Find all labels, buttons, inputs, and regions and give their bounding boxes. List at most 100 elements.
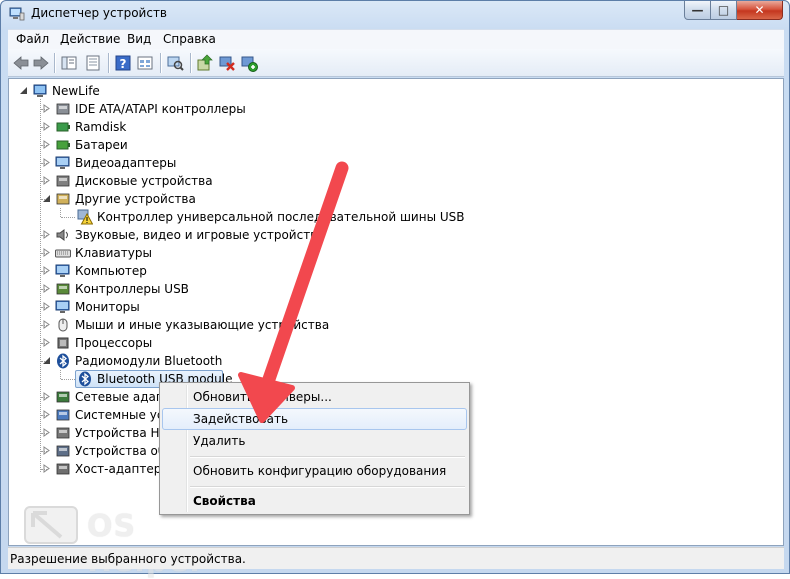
tree-category-item[interactable]: Другие устройства: [37, 190, 737, 208]
display-adapter-icon: [55, 156, 70, 169]
properties-icon[interactable]: [84, 54, 102, 72]
expand-triangle-icon[interactable]: [42, 158, 51, 167]
expand-triangle-icon[interactable]: [42, 122, 51, 131]
tree-category-item[interactable]: Процессоры: [37, 334, 737, 352]
tree-category-item[interactable]: Видеоадаптеры: [37, 154, 737, 172]
status-text: Разрешение выбранного устройства.: [10, 552, 246, 566]
menu-view[interactable]: Вид: [121, 32, 157, 46]
tree-child-item[interactable]: Контроллер универсальной последовательно…: [57, 208, 757, 226]
bluetooth-device-icon: [79, 371, 91, 387]
menu-item-scan-hardware[interactable]: Обновить конфигурацию оборудования: [162, 460, 467, 482]
computer-icon: [55, 264, 70, 277]
tree-item-label: Звуковые, видео и игровые устройства: [75, 228, 325, 242]
window-title: Диспетчер устройств: [31, 6, 168, 20]
show-hide-console-tree-icon[interactable]: [60, 54, 78, 72]
imaging-icon: [56, 445, 70, 457]
tree-item-label: Другие устройства: [75, 192, 196, 206]
tree-category-item[interactable]: Мониторы: [37, 298, 737, 316]
tree-category-item[interactable]: Контроллеры USB: [37, 280, 737, 298]
menu-item-enable-label: Задействовать: [193, 412, 289, 426]
menu-item-update-drivers[interactable]: Обновить драйверы...: [162, 386, 467, 408]
status-bar: Разрешение выбранного устройства.: [8, 547, 784, 569]
expand-triangle-icon[interactable]: [42, 464, 51, 473]
update-driver-icon[interactable]: [196, 54, 214, 72]
device-manager-icon: [9, 7, 25, 21]
usb-controller-icon: [56, 283, 70, 295]
collapse-triangle-icon[interactable]: [42, 194, 51, 203]
forward-arrow-icon[interactable]: [32, 54, 50, 72]
enable-device-icon[interactable]: [240, 54, 258, 72]
svg-text:?: ?: [120, 57, 127, 71]
expand-triangle-icon[interactable]: [42, 140, 51, 149]
expand-triangle-icon[interactable]: [42, 230, 51, 239]
tree-item-label: Устройства HID: [75, 426, 173, 440]
tree-item-label: Контроллер универсальной последовательно…: [97, 210, 465, 224]
tree-category-item[interactable]: Ramdisk: [37, 118, 737, 136]
menu-item-scan-hardware-label: Обновить конфигурацию оборудования: [193, 464, 447, 478]
battery-icon: [56, 140, 70, 150]
back-arrow-icon[interactable]: [12, 54, 30, 72]
mouse-icon: [58, 318, 68, 332]
expand-triangle-icon[interactable]: [42, 428, 51, 437]
system-devices-icon: [56, 409, 70, 421]
view-icon[interactable]: [136, 54, 154, 72]
tree-category-item[interactable]: IDE ATA/ATAPI контроллеры: [37, 100, 737, 118]
storage-adapter-icon: [56, 463, 70, 475]
tree-item-label: IDE ATA/ATAPI контроллеры: [75, 102, 246, 116]
watermark-cursor-icon: [24, 506, 78, 544]
other-devices-icon: [56, 193, 70, 205]
tree-root[interactable]: NewLife: [17, 82, 417, 100]
title-bar[interactable]: Диспетчер устройств — □ ✕: [1, 1, 789, 29]
device-manager-window: Диспетчер устройств — □ ✕ Файл Действие …: [0, 0, 790, 579]
expand-triangle-icon[interactable]: [42, 284, 51, 293]
menu-item-enable[interactable]: Задействовать: [162, 408, 467, 430]
tree-item-label: Мониторы: [75, 300, 140, 314]
bluetooth-icon: [57, 353, 69, 369]
expand-triangle-icon[interactable]: [42, 302, 51, 311]
menu-item-delete[interactable]: Удалить: [162, 430, 467, 452]
tree-item-label: Радиомодули Bluetooth: [75, 354, 223, 368]
uninstall-icon[interactable]: [218, 54, 236, 72]
menu-file[interactable]: Файл: [10, 32, 55, 46]
menu-action[interactable]: Действие: [54, 32, 126, 46]
keyboard-icon: [55, 249, 71, 258]
tree-category-item[interactable]: Мыши и иные указывающие устройства: [37, 316, 737, 334]
ide-controller-icon: [56, 103, 70, 115]
expand-triangle-icon[interactable]: [42, 410, 51, 419]
warning-device-icon: [77, 209, 93, 225]
collapse-triangle-icon[interactable]: [42, 356, 51, 365]
tree-item-label: Ramdisk: [75, 120, 127, 134]
tree-category-item[interactable]: Радиомодули Bluetooth: [37, 352, 737, 370]
tree-category-item[interactable]: Батареи: [37, 136, 737, 154]
tree-category-item[interactable]: Звуковые, видео и игровые устройства: [37, 226, 737, 244]
expand-triangle-icon[interactable]: [42, 338, 51, 347]
sound-icon: [56, 229, 68, 241]
tree-item-label: Компьютер: [75, 264, 147, 278]
tree-category-item[interactable]: Дисковые устройства: [37, 172, 737, 190]
disk-drive-icon: [56, 175, 70, 187]
tree-item-label: Мыши и иные указывающие устройства: [75, 318, 330, 332]
tree-item-label: Батареи: [75, 138, 128, 152]
tree-category-item[interactable]: Клавиатуры: [37, 244, 737, 262]
minimize-button[interactable]: —: [684, 1, 711, 20]
scan-hardware-icon[interactable]: [166, 54, 184, 72]
expand-triangle-icon[interactable]: [42, 446, 51, 455]
maximize-button[interactable]: □: [711, 1, 737, 20]
tree-item-label: Дисковые устройства: [75, 174, 213, 188]
toolbar: ?: [8, 49, 784, 77]
help-icon[interactable]: ?: [114, 54, 132, 72]
menu-bar: Файл Действие Вид Справка: [8, 29, 784, 49]
expand-triangle-icon[interactable]: [42, 266, 51, 275]
tree-category-item[interactable]: Компьютер: [37, 262, 737, 280]
expand-triangle-icon[interactable]: [42, 176, 51, 185]
tree-item-label: Клавиатуры: [75, 246, 152, 260]
expand-triangle-icon[interactable]: [42, 104, 51, 113]
menu-help[interactable]: Справка: [157, 32, 222, 46]
close-button[interactable]: ✕: [737, 1, 783, 20]
network-adapter-icon: [56, 391, 70, 403]
expand-triangle-icon[interactable]: [42, 248, 51, 257]
expand-triangle-icon[interactable]: [42, 320, 51, 329]
computer-root-icon: [33, 84, 47, 97]
expand-triangle-icon[interactable]: [42, 392, 51, 401]
collapse-triangle-icon[interactable]: [19, 86, 28, 95]
